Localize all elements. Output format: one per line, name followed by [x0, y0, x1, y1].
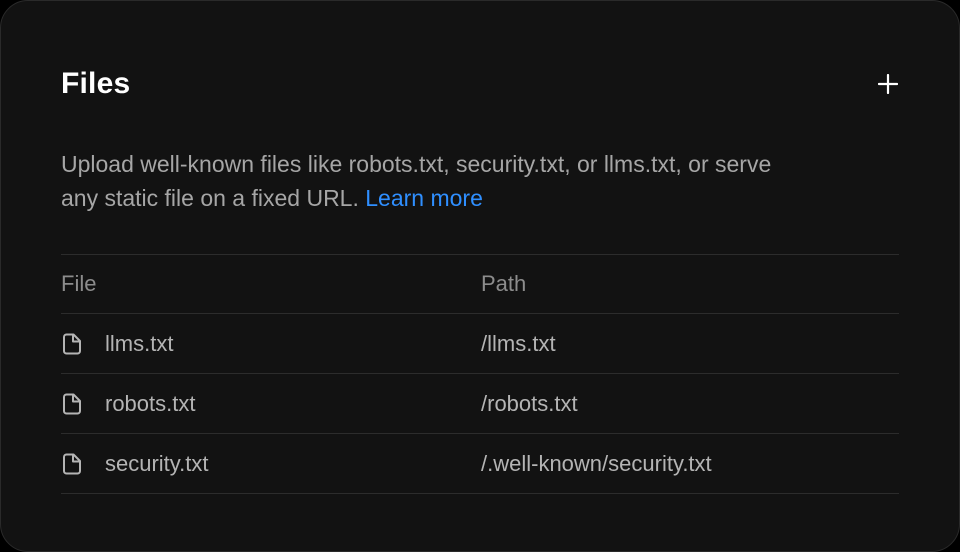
column-header-path: Path — [481, 271, 527, 296]
card-description: Upload well-known files like robots.txt,… — [61, 147, 781, 215]
add-file-button[interactable] — [871, 67, 905, 101]
table-header-row: File Path — [61, 255, 899, 314]
column-header-file: File — [61, 271, 97, 296]
file-cell: security.txt — [61, 451, 481, 477]
file-path: /.well-known/security.txt — [481, 450, 712, 476]
file-cell: robots.txt — [61, 391, 481, 417]
file-icon — [61, 452, 83, 476]
table-row[interactable]: robots.txt /robots.txt — [61, 374, 899, 434]
file-icon — [61, 392, 83, 416]
table-row[interactable]: security.txt /.well-known/security.txt — [61, 434, 899, 494]
files-table: File Path llms.txt /llms.txt robots.txt … — [61, 254, 899, 494]
file-name: robots.txt — [105, 390, 196, 416]
table-row[interactable]: llms.txt /llms.txt — [61, 314, 899, 374]
card-header: Files — [61, 63, 899, 105]
file-path: /robots.txt — [481, 390, 578, 416]
file-path: /llms.txt — [481, 330, 556, 356]
learn-more-link[interactable]: Learn more — [365, 185, 483, 211]
file-name: security.txt — [105, 450, 209, 476]
file-icon — [61, 332, 83, 356]
file-name: llms.txt — [105, 330, 174, 356]
file-cell: llms.txt — [61, 331, 481, 357]
plus-icon — [878, 74, 898, 94]
files-card: Files Upload well-known files like robot… — [0, 0, 960, 552]
card-title: Files — [61, 67, 131, 100]
